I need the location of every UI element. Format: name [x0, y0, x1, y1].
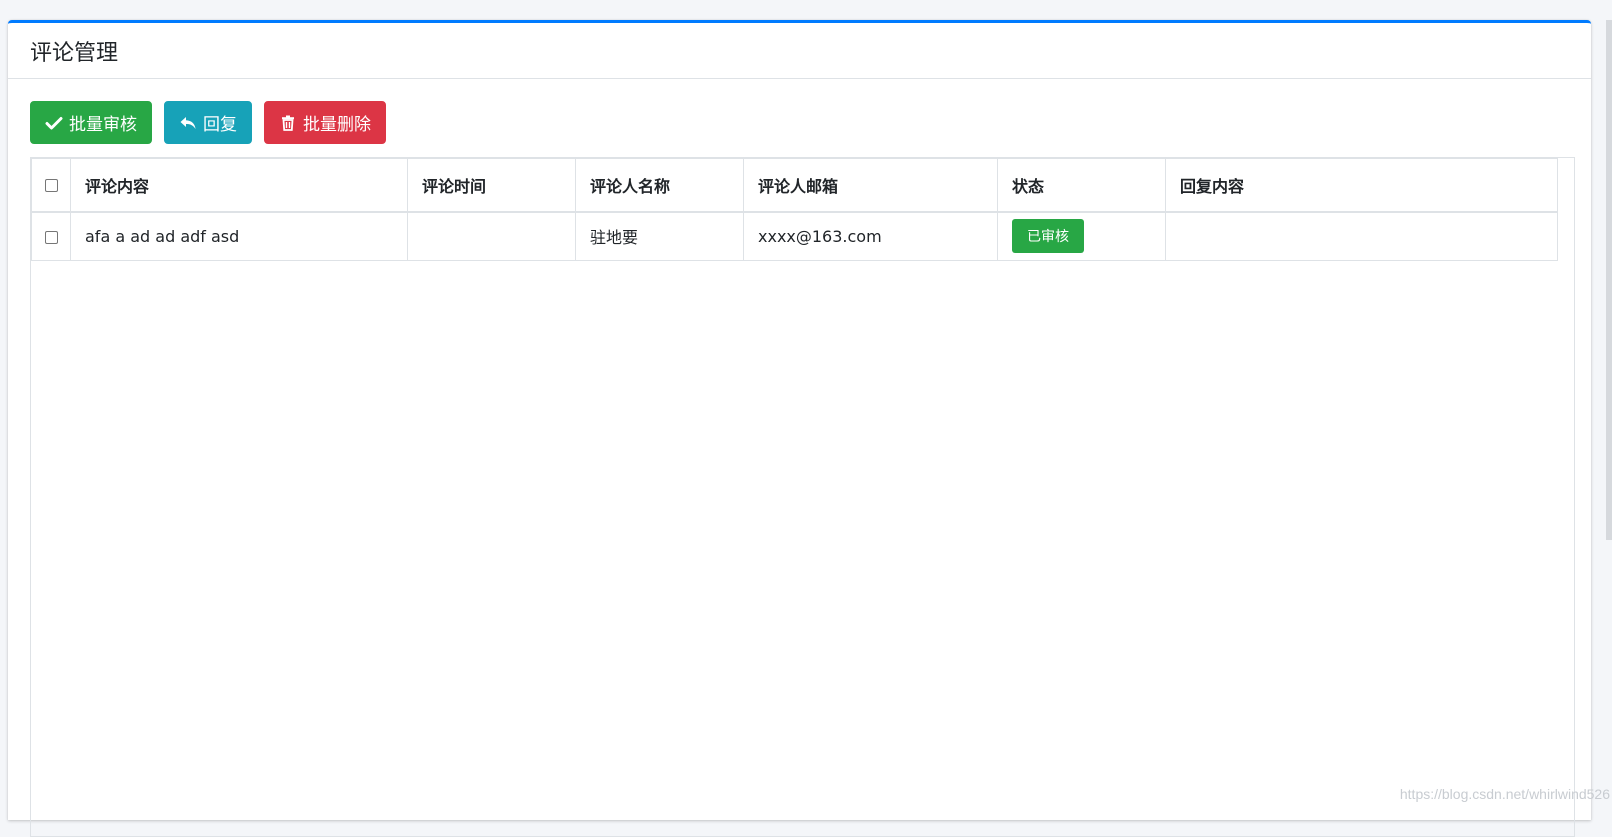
row-select-cell	[32, 212, 71, 261]
batch-review-button[interactable]: 批量审核	[30, 101, 152, 144]
status-badge: 已审核	[1012, 219, 1084, 253]
page-title: 评论管理	[30, 35, 118, 67]
check-icon	[45, 114, 63, 132]
batch-delete-button[interactable]: 批量删除	[264, 101, 386, 144]
comment-management-card: 评论管理 批量审核 回复 批量删除	[8, 20, 1591, 820]
comments-table: 评论内容 评论时间 评论人名称 评论人邮箱 状态 回复内容 afa a ad a…	[31, 158, 1558, 261]
table-header-row: 评论内容 评论时间 评论人名称 评论人邮箱 状态 回复内容	[32, 159, 1558, 212]
reply-icon	[179, 114, 197, 132]
trash-icon	[279, 114, 297, 132]
row-checkbox[interactable]	[45, 231, 58, 244]
batch-review-label: 批量审核	[69, 110, 137, 135]
column-header-content[interactable]: 评论内容	[71, 159, 408, 212]
reply-button[interactable]: 回复	[164, 101, 252, 144]
column-header-email[interactable]: 评论人邮箱	[744, 159, 998, 212]
commenter-email-cell: xxxx@163.com	[744, 212, 998, 261]
column-header-name[interactable]: 评论人名称	[576, 159, 744, 212]
toolbar: 批量审核 回复 批量删除	[30, 101, 386, 144]
card-header: 评论管理	[8, 23, 1591, 79]
comments-table-container: 评论内容 评论时间 评论人名称 评论人邮箱 状态 回复内容 afa a ad a…	[30, 157, 1575, 837]
watermark-text: https://blog.csdn.net/whirlwind526	[1400, 786, 1610, 802]
reply-label: 回复	[203, 110, 237, 135]
batch-delete-label: 批量删除	[303, 110, 371, 135]
comment-time-cell	[408, 212, 576, 261]
reply-content-cell	[1166, 212, 1558, 261]
column-header-status[interactable]: 状态	[998, 159, 1166, 212]
select-all-checkbox[interactable]	[45, 179, 58, 192]
commenter-name-cell: 驻地要	[576, 212, 744, 261]
status-cell: 已审核	[998, 212, 1166, 261]
column-header-time[interactable]: 评论时间	[408, 159, 576, 212]
comment-content-cell: afa a ad ad adf asd	[71, 212, 408, 261]
table-row[interactable]: afa a ad ad adf asd 驻地要 xxxx@163.com 已审核	[32, 212, 1558, 261]
column-header-reply[interactable]: 回复内容	[1166, 159, 1558, 212]
select-all-cell	[32, 159, 71, 212]
page-scrollbar[interactable]	[1606, 20, 1612, 540]
